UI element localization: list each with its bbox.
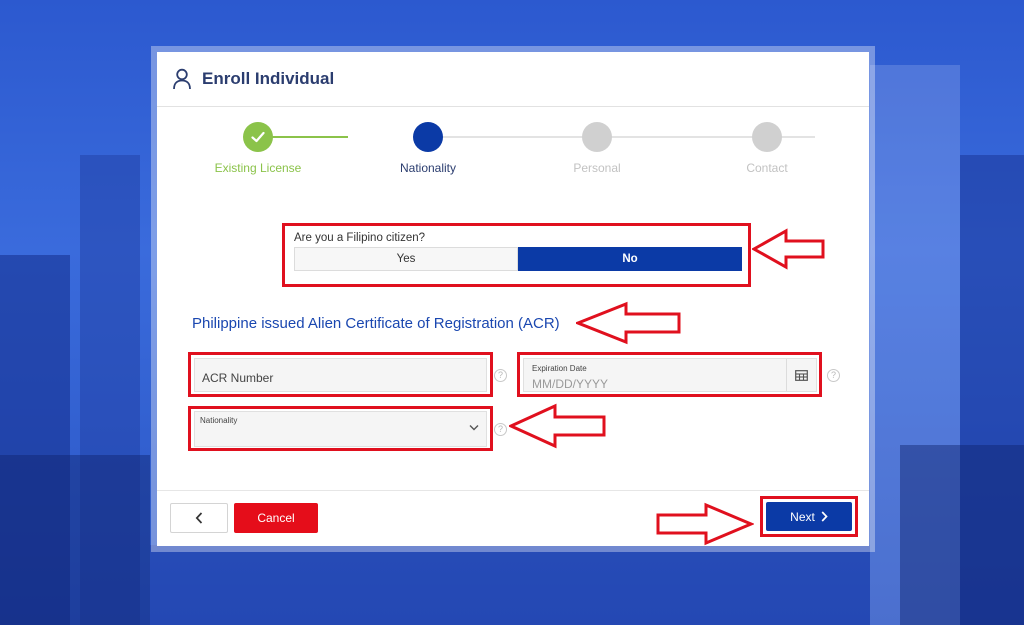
step-dot [752,122,782,152]
card-header: Enroll Individual [157,52,869,107]
step-personal[interactable]: Personal [527,122,667,175]
step-dot [243,122,273,152]
annotation-arrow-citizen [752,228,825,270]
step-label: Contact [746,161,788,175]
annotation-box-next [760,496,858,537]
card-footer: Cancel Next [157,490,869,546]
step-dot [413,122,443,152]
annotation-arrow-nationality [509,403,606,449]
chevron-left-icon [195,512,203,524]
annotation-arrow-next [656,502,754,546]
step-dot [582,122,612,152]
step-contact[interactable]: Contact [697,122,837,175]
step-label: Nationality [399,161,457,175]
nationality-help-icon[interactable]: ? [494,423,507,436]
checkmark-icon [251,131,265,143]
cancel-button[interactable]: Cancel [234,503,318,533]
enroll-card: Enroll Individual Existing License Natio… [157,52,869,546]
back-button[interactable] [170,503,228,533]
enroll-panel: Enroll Individual Existing License Natio… [151,46,875,552]
annotation-box-expiration [517,352,822,397]
page-title: Enroll Individual [202,69,335,88]
annotation-box-citizen [282,223,751,287]
acr-section-heading: Philippine issued Alien Certificate of R… [192,315,560,332]
user-icon [173,68,191,90]
step-label: Existing License [214,161,302,175]
progress-stepper: Existing License Nationality Personal Co… [157,122,869,182]
expiration-date-help-icon[interactable]: ? [827,369,840,382]
acr-number-help-icon[interactable]: ? [494,369,507,382]
annotation-box-acr-number [188,352,493,397]
annotation-arrow-acr-heading [576,301,681,345]
step-label: Personal [573,161,621,175]
step-existing-license[interactable]: Existing License [188,122,328,175]
annotation-box-nationality [188,406,493,451]
step-nationality[interactable]: Nationality [358,122,498,175]
